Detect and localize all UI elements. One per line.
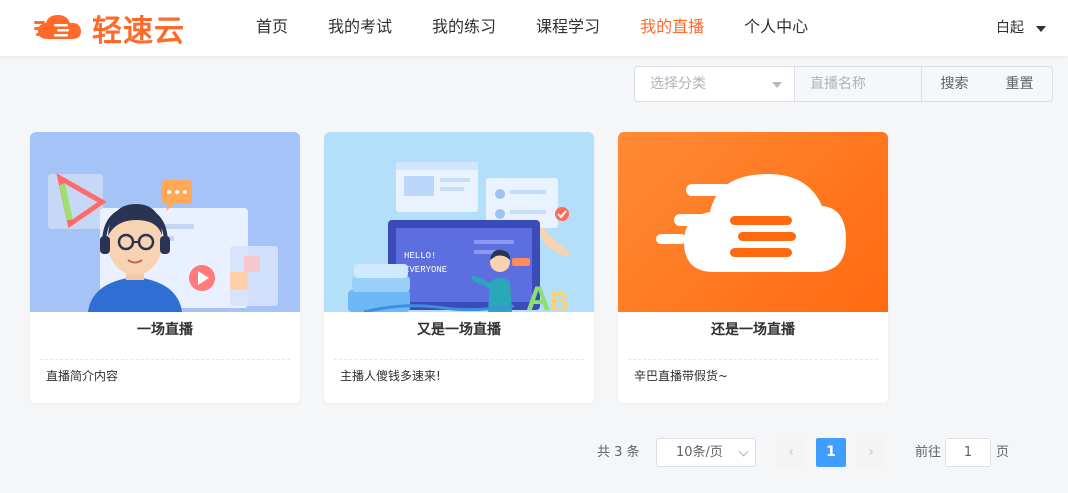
live-card-desc: 辛巴直播带假货~: [634, 369, 729, 383]
chevron-left-icon: ‹: [788, 444, 794, 460]
nav-item-home[interactable]: 首页: [236, 0, 308, 56]
triangle-down-icon: [772, 82, 782, 88]
svg-text:B: B: [550, 286, 569, 312]
live-card-title: 还是一场直播: [711, 322, 795, 338]
user-name: 白起: [996, 20, 1024, 36]
svg-text:A: A: [526, 280, 551, 312]
presenter-screen-illustration: HELLO! EVERYONE A B: [348, 162, 570, 312]
screen-text-hello: HELLO!: [404, 251, 436, 261]
category-select[interactable]: 选择分类: [635, 67, 795, 101]
top-navbar: 轻速云 首页 我的考试 我的练习 课程学习 我的直播 个人中心 白起: [0, 0, 1068, 56]
live-card-desc: 主播人傻钱多速来!: [340, 369, 441, 383]
live-card[interactable]: HELLO! EVERYONE A B 又是一场直播 主播人傻钱多速来!: [324, 132, 594, 403]
next-page-button[interactable]: ›: [856, 438, 886, 467]
nav-item-my-practice[interactable]: 我的练习: [412, 0, 516, 56]
reset-button[interactable]: 重置: [987, 67, 1052, 101]
tutor-headset-illustration: [48, 173, 278, 312]
live-card-cover: [30, 132, 300, 312]
live-filter-bar: 选择分类 搜索 重置: [634, 66, 1053, 102]
nav-item-personal-center[interactable]: 个人中心: [724, 0, 828, 56]
nav-item-course-study[interactable]: 课程学习: [516, 0, 620, 56]
prev-page-button[interactable]: ‹: [776, 438, 806, 467]
page-number-current[interactable]: 1: [816, 438, 846, 467]
chevron-down-icon: [738, 446, 749, 457]
nav-item-my-exams[interactable]: 我的考试: [308, 0, 412, 56]
cloud-logo-icon: [34, 15, 81, 39]
jump-page-input[interactable]: 1: [945, 438, 991, 467]
screen-text-everyone: EVERYONE: [404, 265, 447, 275]
live-card-title: 又是一场直播: [417, 322, 501, 338]
brand-name: 轻速云: [92, 14, 185, 49]
nav-item-my-live[interactable]: 我的直播: [620, 0, 724, 56]
live-card-desc: 直播简介内容: [46, 369, 119, 383]
search-button[interactable]: 搜索: [922, 67, 987, 101]
live-card-title: 一场直播: [137, 322, 193, 338]
jump-label: 前往: [915, 445, 942, 460]
live-card[interactable]: 还是一场直播 辛巴直播带假货~: [618, 132, 888, 403]
jump-suffix: 页: [996, 445, 1010, 460]
live-card[interactable]: 一场直播 直播简介内容: [30, 132, 300, 403]
brand-logo[interactable]: 轻速云: [34, 10, 199, 49]
cloud-logo-icon: [656, 174, 846, 272]
filter-buttons: 搜索 重置: [922, 67, 1052, 101]
chevron-right-icon: ›: [868, 444, 874, 460]
live-card-cover: HELLO! EVERYONE A B: [324, 132, 594, 312]
caret-down-icon: [1036, 26, 1046, 32]
category-select-placeholder: 选择分类: [650, 76, 706, 92]
pagination-total: 共 3 条: [597, 445, 640, 460]
live-card-cover: [618, 132, 888, 312]
live-name-input[interactable]: [795, 67, 922, 101]
user-menu[interactable]: 白起: [996, 0, 1046, 56]
main-nav: 首页 我的考试 我的练习 课程学习 我的直播 个人中心: [236, 0, 828, 56]
page-size-select[interactable]: 10条/页: [656, 438, 756, 467]
page-size-value: 10条/页: [676, 445, 723, 460]
